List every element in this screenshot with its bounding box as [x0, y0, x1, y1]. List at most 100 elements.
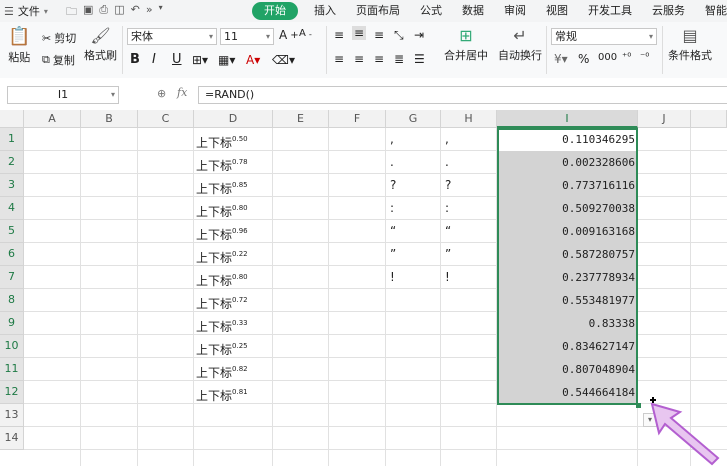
cell-d1[interactable]: 上下标0.50 — [194, 128, 273, 151]
row-header-6[interactable]: 6 — [0, 243, 24, 266]
row-header-5[interactable]: 5 — [0, 220, 24, 243]
cell-g6[interactable]: ” — [386, 243, 441, 266]
merge-center-button[interactable]: ⊞ 合并居中 — [444, 26, 488, 63]
cell-g3[interactable]: ? — [386, 174, 441, 197]
tab-insert[interactable]: 插入 — [304, 0, 346, 22]
zoom-icon[interactable]: ⊕ — [157, 87, 166, 100]
column-header-c[interactable]: C — [138, 110, 194, 128]
more-icon[interactable]: » — [146, 3, 153, 22]
row-header-10[interactable]: 10 — [0, 335, 24, 358]
distribute-icon[interactable]: ☰ — [414, 52, 425, 66]
font-name-select[interactable]: 宋体 ▾ — [127, 28, 217, 45]
italic-button[interactable]: I — [152, 52, 156, 67]
paste-button[interactable]: 📋 粘贴 — [8, 26, 30, 65]
column-header-b[interactable]: B — [81, 110, 138, 128]
orientation-icon[interactable]: ⤡ — [394, 28, 404, 43]
wrap-text-button[interactable]: ↵ 自动换行 — [498, 26, 542, 63]
thousands-icon[interactable]: 000 — [598, 52, 617, 63]
cut-button[interactable]: ✂ 剪切 — [42, 30, 76, 46]
justify-icon[interactable]: ≣ — [394, 52, 404, 66]
cell-g4[interactable]: : — [386, 197, 441, 220]
column-header-g[interactable]: G — [386, 110, 441, 128]
save-icon[interactable]: ▣ — [83, 3, 93, 22]
indent-icon[interactable]: ⇥ — [414, 28, 424, 42]
cell-d4[interactable]: 上下标0.80 — [194, 197, 273, 220]
tab-cloud[interactable]: 云服务 — [642, 0, 695, 22]
cell-g2[interactable]: . — [386, 151, 441, 174]
conditional-format-button[interactable]: ▤ 条件格式 — [668, 26, 712, 63]
underline-button[interactable]: U — [172, 52, 182, 67]
cell-d6[interactable]: 上下标0.22 — [194, 243, 273, 266]
column-header-a[interactable]: A — [24, 110, 81, 128]
cell-d8[interactable]: 上下标0.72 — [194, 289, 273, 312]
row-header-12[interactable]: 12 — [0, 381, 24, 404]
formula-input[interactable]: =RAND() — [198, 86, 727, 104]
fill-color-icon[interactable]: ▦▾ — [218, 53, 235, 67]
row-header-13[interactable]: 13 — [0, 404, 24, 427]
column-header-d[interactable]: D — [194, 110, 273, 128]
fx-button[interactable]: fx — [177, 86, 187, 99]
row-header-4[interactable]: 4 — [0, 197, 24, 220]
border-icon[interactable]: ⊞▾ — [192, 53, 208, 67]
row-header-14[interactable]: 14 — [0, 427, 24, 450]
select-all-corner[interactable] — [0, 110, 24, 128]
name-box[interactable]: I1 ▾ — [7, 86, 119, 104]
cell-d3[interactable]: 上下标0.85 — [194, 174, 273, 197]
cell-d11[interactable]: 上下标0.82 — [194, 358, 273, 381]
font-size-select[interactable]: 11 ▾ — [220, 28, 274, 45]
column-header-h[interactable]: H — [441, 110, 497, 128]
decrease-decimal-icon[interactable]: ⁻⁰ — [640, 52, 649, 63]
cell-d9[interactable]: 上下标0.33 — [194, 312, 273, 335]
cell-h4[interactable]: : — [441, 197, 497, 220]
tab-formulas[interactable]: 公式 — [410, 0, 452, 22]
cell-h2[interactable]: . — [441, 151, 497, 174]
open-folder-icon[interactable]: 🗀 — [66, 3, 77, 22]
cell-d12[interactable]: 上下标0.81 — [194, 381, 273, 404]
tab-smart-tools[interactable]: 智能工具 — [695, 0, 727, 22]
cell-d10[interactable]: 上下标0.25 — [194, 335, 273, 358]
align-middle-icon[interactable]: ≡ — [352, 26, 367, 40]
column-header-next[interactable] — [691, 110, 727, 128]
row-header-11[interactable]: 11 — [0, 358, 24, 381]
tab-developer[interactable]: 开发工具 — [578, 0, 642, 22]
column-header-e[interactable]: E — [273, 110, 329, 128]
dropdown-icon[interactable]: ▾ — [159, 3, 163, 22]
tab-review[interactable]: 审阅 — [494, 0, 536, 22]
column-header-i[interactable]: I — [497, 110, 638, 128]
cell-h7[interactable]: ! — [441, 266, 497, 289]
align-bottom-icon[interactable]: ≡ — [374, 28, 384, 42]
column-header-f[interactable]: F — [329, 110, 386, 128]
increase-decimal-icon[interactable]: ⁺⁰ — [622, 52, 631, 63]
bold-button[interactable]: B — [130, 52, 140, 67]
row-header-7[interactable]: 7 — [0, 266, 24, 289]
undo-icon[interactable]: ↶ — [131, 3, 140, 22]
column-header-j[interactable]: J — [638, 110, 691, 128]
cell-h6[interactable]: ” — [441, 243, 497, 266]
copy-button[interactable]: ⧉ 复制 — [42, 52, 75, 68]
cell-g5[interactable]: “ — [386, 220, 441, 243]
decrease-font-icon[interactable]: A- — [299, 28, 312, 39]
cell-h5[interactable]: “ — [441, 220, 497, 243]
row-header-8[interactable]: 8 — [0, 289, 24, 312]
clear-icon[interactable]: ⌫▾ — [272, 53, 295, 67]
cell-d5[interactable]: 上下标0.96 — [194, 220, 273, 243]
align-center-icon[interactable]: ≡ — [354, 52, 364, 66]
tab-home[interactable]: 开始 — [252, 2, 298, 20]
print-icon[interactable]: ⎙ — [99, 3, 108, 22]
cell-d7[interactable]: 上下标0.80 — [194, 266, 273, 289]
increase-font-icon[interactable]: A + — [279, 28, 299, 42]
cell-h1[interactable]: , — [441, 128, 497, 151]
tab-data[interactable]: 数据 — [452, 0, 494, 22]
currency-icon[interactable]: ¥▾ — [554, 52, 568, 66]
file-menu[interactable]: ☰ 文件 ▾ — [4, 3, 48, 19]
cell-d2[interactable]: 上下标0.78 — [194, 151, 273, 174]
align-left-icon[interactable]: ≡ — [334, 52, 344, 66]
format-painter-button[interactable]: 🖌 格式刷 — [84, 26, 117, 63]
tab-page-layout[interactable]: 页面布局 — [346, 0, 410, 22]
cell-g7[interactable]: ! — [386, 266, 441, 289]
row-header-3[interactable]: 3 — [0, 174, 24, 197]
align-right-icon[interactable]: ≡ — [374, 52, 384, 66]
font-color-icon[interactable]: A▾ — [246, 53, 260, 67]
spreadsheet-grid[interactable]: ABCDEFGHIJ 1 2 3 4 5 6 7 8 9 10 11 12 13 14 上下标0.50 上下… — [0, 110, 727, 466]
cell-g1[interactable]: , — [386, 128, 441, 151]
